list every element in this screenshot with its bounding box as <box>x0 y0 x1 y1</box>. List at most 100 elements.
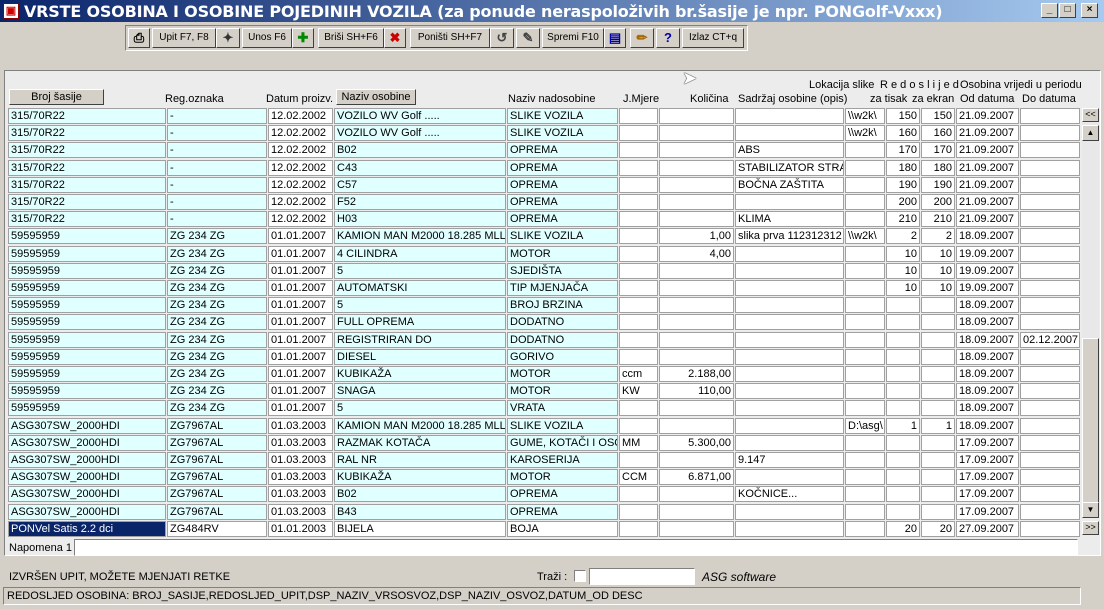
table-row[interactable]: 315/70R22-12.02.2002 C43 OPREMA STABILIZATO… <box>8 159 1080 176</box>
table-row[interactable]: 59595959 ZG 234 ZG 01.01.2007 DIESEL GORIVO 1… <box>8 348 1080 365</box>
cell-redoslijed-ekran[interactable] <box>921 348 955 365</box>
cell-lokacija[interactable] <box>845 176 885 193</box>
cell-broj-sasije[interactable]: 59595959 <box>8 314 166 331</box>
cell-sadrzaj[interactable]: BOČNA ZAŠTITA <box>735 176 844 193</box>
cell-j-mjere[interactable] <box>619 331 658 348</box>
table-row[interactable]: 59595959 ZG 234 ZG 01.01.2007 4 CILINDRA MOT… <box>8 245 1080 262</box>
cell-broj-sasije[interactable]: 59595959 <box>8 280 166 296</box>
cell-od-datuma[interactable]: 21.09.2007 <box>956 211 1019 228</box>
cell-od-datuma[interactable]: 18.09.2007 <box>956 417 1019 434</box>
cell-do-datuma[interactable] <box>1020 228 1080 245</box>
cell-do-datuma[interactable] <box>1020 417 1080 434</box>
cell-kolicina[interactable] <box>659 108 734 124</box>
cell-naziv-nadosobine[interactable]: TIP MJENJAČA <box>507 280 618 296</box>
cell-lokacija[interactable]: \\w2k\ <box>845 108 885 124</box>
cell-sadrzaj[interactable] <box>735 125 844 142</box>
cell-datum-proizv[interactable]: 12.02.2002 <box>268 142 333 159</box>
cell-redoslijed-tisak[interactable]: 160 <box>886 125 920 142</box>
cell-naziv-osobine[interactable]: B43 <box>334 503 506 520</box>
table-row[interactable]: 59595959 ZG 234 ZG 01.01.2007 5 BROJ BRZINA 1… <box>8 296 1080 314</box>
cell-od-datuma[interactable]: 19.09.2007 <box>956 262 1019 279</box>
cell-do-datuma[interactable] <box>1020 176 1080 193</box>
cell-broj-sasije[interactable]: 315/70R22 <box>8 125 166 142</box>
cell-naziv-osobine[interactable]: KUBIKAŽA <box>334 366 506 382</box>
cell-j-mjere[interactable] <box>619 176 658 193</box>
cell-naziv-osobine[interactable]: 5 <box>334 297 506 314</box>
cell-reg-oznaka[interactable]: - <box>167 176 267 193</box>
cell-naziv-nadosobine[interactable]: DODATNO <box>507 314 618 331</box>
cell-broj-sasije[interactable]: 315/70R22 <box>8 176 166 193</box>
undo-icon[interactable]: ↺ <box>490 28 514 48</box>
cell-lokacija[interactable] <box>845 297 885 314</box>
cell-lokacija[interactable] <box>845 314 885 331</box>
cell-do-datuma[interactable] <box>1020 314 1080 331</box>
cell-do-datuma[interactable] <box>1020 211 1080 228</box>
cell-redoslijed-ekran[interactable]: 2 <box>921 228 955 245</box>
wand-icon[interactable]: ✦ <box>216 28 240 48</box>
cell-do-datuma[interactable] <box>1020 262 1080 279</box>
cell-datum-proizv[interactable]: 01.03.2003 <box>268 417 333 434</box>
cell-sadrzaj[interactable] <box>735 503 844 520</box>
cell-redoslijed-tisak[interactable] <box>886 400 920 417</box>
cell-sadrzaj[interactable] <box>735 469 844 486</box>
cell-naziv-nadosobine[interactable]: OPREMA <box>507 194 618 210</box>
cell-kolicina[interactable] <box>659 417 734 434</box>
cell-naziv-osobine[interactable]: VOZILO WV Golf ..... <box>334 125 506 142</box>
table-row[interactable]: 59595959 ZG 234 ZG 01.01.2007 FULL OPREMA DO… <box>8 313 1080 331</box>
cell-j-mjere[interactable] <box>619 194 658 210</box>
cell-j-mjere[interactable] <box>619 228 658 245</box>
cell-redoslijed-tisak[interactable]: 10 <box>886 262 920 279</box>
cell-redoslijed-tisak[interactable] <box>886 314 920 331</box>
cell-broj-sasije[interactable]: 59595959 <box>8 383 166 400</box>
cell-lokacija[interactable] <box>845 400 885 417</box>
cell-naziv-nadosobine[interactable]: BROJ BRZINA <box>507 297 618 314</box>
table-row[interactable]: 59595959 ZG 234 ZG 01.01.2007 SNAGA MOTOR KW 1… <box>8 382 1080 400</box>
cell-od-datuma[interactable]: 17.09.2007 <box>956 486 1019 503</box>
cell-sadrzaj[interactable] <box>735 348 844 365</box>
cell-broj-sasije[interactable]: ASG307SW_2000HDI <box>8 469 166 486</box>
cell-broj-sasije[interactable]: 59595959 <box>8 348 166 365</box>
cell-od-datuma[interactable]: 18.09.2007 <box>956 366 1019 382</box>
cell-sadrzaj[interactable] <box>735 108 844 124</box>
cell-redoslijed-tisak[interactable] <box>886 486 920 503</box>
cell-j-mjere[interactable] <box>619 400 658 417</box>
pencil-icon[interactable]: ✏ <box>630 28 654 48</box>
x-icon[interactable]: ✖ <box>384 28 406 48</box>
cell-datum-proizv[interactable]: 12.02.2002 <box>268 194 333 210</box>
cell-reg-oznaka[interactable]: ZG484RV <box>167 520 267 537</box>
cell-naziv-osobine[interactable]: 5 <box>334 400 506 417</box>
cell-kolicina[interactable] <box>659 400 734 417</box>
cell-kolicina[interactable]: 2.188,00 <box>659 366 734 382</box>
cell-naziv-osobine[interactable]: H03 <box>334 211 506 228</box>
cell-redoslijed-tisak[interactable]: 200 <box>886 194 920 210</box>
cell-redoslijed-ekran[interactable] <box>921 503 955 520</box>
cell-datum-proizv[interactable]: 01.01.2007 <box>268 400 333 417</box>
cell-do-datuma[interactable] <box>1020 194 1080 210</box>
cell-naziv-nadosobine[interactable]: OPREMA <box>507 211 618 228</box>
cell-naziv-nadosobine[interactable]: SLIKE VOZILA <box>507 228 618 245</box>
cell-od-datuma[interactable]: 21.09.2007 <box>956 142 1019 159</box>
cell-j-mjere[interactable] <box>619 262 658 279</box>
table-row[interactable]: 59595959 ZG 234 ZG 01.01.2007 5 SJEDIŠTA 10 10… <box>8 262 1080 279</box>
cell-lokacija[interactable] <box>845 245 885 262</box>
cell-j-mjere[interactable] <box>619 417 658 434</box>
cell-datum-proizv[interactable]: 01.01.2007 <box>268 348 333 365</box>
cell-redoslijed-tisak[interactable]: 10 <box>886 245 920 262</box>
query-button[interactable]: Upit F7, F8 <box>152 28 216 48</box>
cell-reg-oznaka[interactable]: ZG 234 ZG <box>167 331 267 348</box>
printer-icon[interactable]: ⎙ <box>128 28 150 48</box>
cell-od-datuma[interactable]: 18.09.2007 <box>956 297 1019 314</box>
cell-kolicina[interactable] <box>659 125 734 142</box>
cell-od-datuma[interactable]: 27.09.2007 <box>956 520 1019 537</box>
cell-naziv-nadosobine[interactable]: GUME, KOTAČI I OSO <box>507 434 618 451</box>
cell-do-datuma[interactable] <box>1020 245 1080 262</box>
cell-lokacija[interactable] <box>845 142 885 159</box>
close-button[interactable]: × <box>1081 3 1098 18</box>
cell-sadrzaj[interactable] <box>735 520 844 537</box>
cell-lokacija[interactable] <box>845 366 885 382</box>
cell-redoslijed-ekran[interactable] <box>921 452 955 468</box>
cell-kolicina[interactable] <box>659 348 734 365</box>
cell-naziv-osobine[interactable]: B02 <box>334 142 506 159</box>
cell-broj-sasije[interactable]: PONVel Satis 2.2 dci <box>8 520 166 537</box>
cell-reg-oznaka[interactable]: ZG 234 ZG <box>167 262 267 279</box>
